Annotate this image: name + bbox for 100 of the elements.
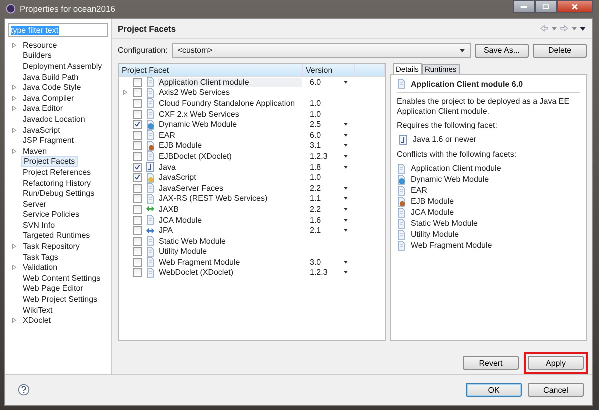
tree-item[interactable]: Maven [21, 146, 50, 156]
expand-arrow-icon[interactable] [12, 148, 17, 154]
dropdown-caret-icon[interactable] [344, 144, 348, 148]
tree-item[interactable]: Javadoc Location [21, 114, 88, 124]
facet-name[interactable]: WebDoclet (XDoclet) [158, 268, 302, 278]
checkbox[interactable] [133, 120, 142, 130]
checkbox[interactable] [133, 236, 142, 246]
facet-name[interactable]: Dynamic Web Module [158, 120, 302, 130]
tree-item[interactable]: Web Project Settings [21, 295, 100, 304]
checkbox[interactable] [133, 216, 142, 225]
checkbox[interactable] [133, 194, 142, 204]
tree-item[interactable]: WikiText [21, 306, 55, 315]
facet-name[interactable]: Java [158, 162, 302, 172]
facet-name[interactable]: Axis2 Web Services [158, 88, 302, 98]
tree-item[interactable]: Targeted Runtimes [21, 231, 92, 240]
dropdown-caret-icon[interactable] [344, 154, 348, 158]
dropdown-caret-icon[interactable] [344, 218, 348, 222]
expand-arrow-icon[interactable] [12, 96, 17, 101]
tree-item[interactable]: Task Tags [21, 252, 60, 262]
tree-item[interactable]: Validation [21, 263, 60, 272]
dropdown-caret-icon[interactable] [344, 80, 348, 84]
facet-name[interactable]: Static Web Module [158, 236, 302, 246]
checkbox[interactable] [133, 152, 142, 161]
column-header[interactable]: Version [303, 64, 355, 76]
expand-arrow-icon[interactable] [12, 244, 17, 250]
tree-item[interactable]: Deployment Assembly [21, 62, 104, 71]
tree-item[interactable]: XDoclet [21, 316, 54, 326]
caret-icon[interactable] [552, 26, 557, 30]
expand-arrow-icon[interactable] [12, 265, 17, 270]
expand-arrow-icon[interactable] [12, 318, 17, 324]
tree-item[interactable]: Service Policies [21, 210, 82, 220]
tree-item[interactable]: Run/Debug Settings [21, 189, 97, 198]
checkbox[interactable] [133, 204, 142, 214]
page-button[interactable]: Revert [463, 356, 519, 370]
tree-item[interactable]: Builders [21, 51, 54, 60]
expand-arrow-icon[interactable] [122, 90, 128, 96]
checkbox[interactable] [133, 184, 142, 193]
expand-arrow-icon[interactable] [12, 128, 17, 133]
tree-item[interactable]: Java Code Style [21, 83, 84, 92]
checkbox[interactable] [133, 78, 142, 87]
facet-name[interactable]: EJBDoclet (XDoclet) [158, 152, 302, 161]
tree-item[interactable]: JavaScript [21, 126, 62, 135]
facet-name[interactable]: JCA Module [158, 216, 302, 225]
expand-arrow-icon[interactable] [12, 42, 17, 48]
configuration-dropdown[interactable]: <custom> [172, 43, 471, 58]
dropdown-caret-icon[interactable] [460, 48, 465, 52]
tree-item[interactable]: Web Content Settings [21, 274, 103, 283]
dropdown-caret-icon[interactable] [344, 134, 348, 137]
dropdown-caret-icon[interactable] [344, 208, 348, 211]
facet-name[interactable]: Cloud Foundry Standalone Application [158, 98, 302, 108]
facet-name[interactable]: JPA [158, 226, 302, 236]
tree-item[interactable]: Refactoring History [21, 178, 94, 188]
column-header[interactable]: Project Facet [119, 64, 303, 76]
caret-icon[interactable] [572, 26, 577, 30]
tree-item[interactable]: Task Repository [21, 242, 82, 252]
dropdown-caret-icon[interactable] [344, 271, 348, 274]
facet-name[interactable]: JavaScript [158, 173, 302, 182]
tree-item[interactable]: Project Facets [21, 156, 78, 168]
tree-item[interactable]: Java Editor [21, 104, 66, 114]
facet-name[interactable]: JAX-RS (REST Web Services) [158, 194, 302, 204]
dropdown-caret-icon[interactable] [344, 166, 348, 169]
page-button[interactable]: Apply [528, 356, 584, 370]
checkbox[interactable] [133, 268, 142, 278]
checkbox[interactable] [133, 98, 142, 108]
dropdown-caret-icon[interactable] [344, 186, 348, 190]
dropdown-caret-icon[interactable] [344, 197, 348, 200]
tree-item[interactable]: Project References [21, 168, 94, 177]
checkbox[interactable] [133, 130, 142, 140]
close-button[interactable] [557, 0, 593, 13]
tree-item[interactable]: Java Build Path [21, 72, 81, 82]
dropdown-caret-icon[interactable] [344, 260, 348, 264]
dropdown-caret-icon[interactable] [344, 123, 348, 126]
facet-name[interactable]: Web Fragment Module [158, 258, 302, 267]
help-icon[interactable] [18, 384, 30, 396]
tree-item[interactable]: JSP Fragment [21, 136, 76, 146]
tree-item[interactable]: Resource [21, 40, 60, 50]
expand-arrow-icon[interactable] [12, 85, 17, 90]
maximize-button[interactable] [535, 0, 557, 13]
facet-name[interactable]: JavaServer Faces [158, 184, 302, 193]
forward-arrow-icon[interactable] [560, 25, 569, 32]
back-arrow-icon[interactable] [540, 25, 549, 32]
checkbox[interactable] [133, 110, 142, 119]
minimize-button[interactable] [513, 0, 535, 13]
view-menu-icon[interactable] [580, 26, 586, 30]
facet-name[interactable]: EAR [158, 130, 302, 140]
facet-name[interactable]: Application Client module [158, 78, 302, 87]
facet-name[interactable]: Utility Module [158, 247, 302, 256]
tree-item[interactable]: SVN Info [21, 220, 58, 230]
dialog-button[interactable]: OK [466, 383, 522, 397]
checkbox[interactable] [133, 162, 142, 172]
expand-arrow-icon[interactable] [12, 106, 17, 112]
checkbox[interactable] [133, 247, 142, 256]
facet-name[interactable]: EJB Module [158, 141, 302, 150]
tree-item[interactable]: Server [21, 200, 49, 209]
tree-item[interactable]: Java Compiler [21, 94, 76, 103]
checkbox[interactable] [133, 141, 142, 150]
checkbox[interactable] [133, 88, 142, 98]
checkbox[interactable] [133, 173, 142, 182]
checkbox[interactable] [133, 226, 142, 236]
facet-name[interactable]: CXF 2.x Web Services [158, 110, 302, 119]
